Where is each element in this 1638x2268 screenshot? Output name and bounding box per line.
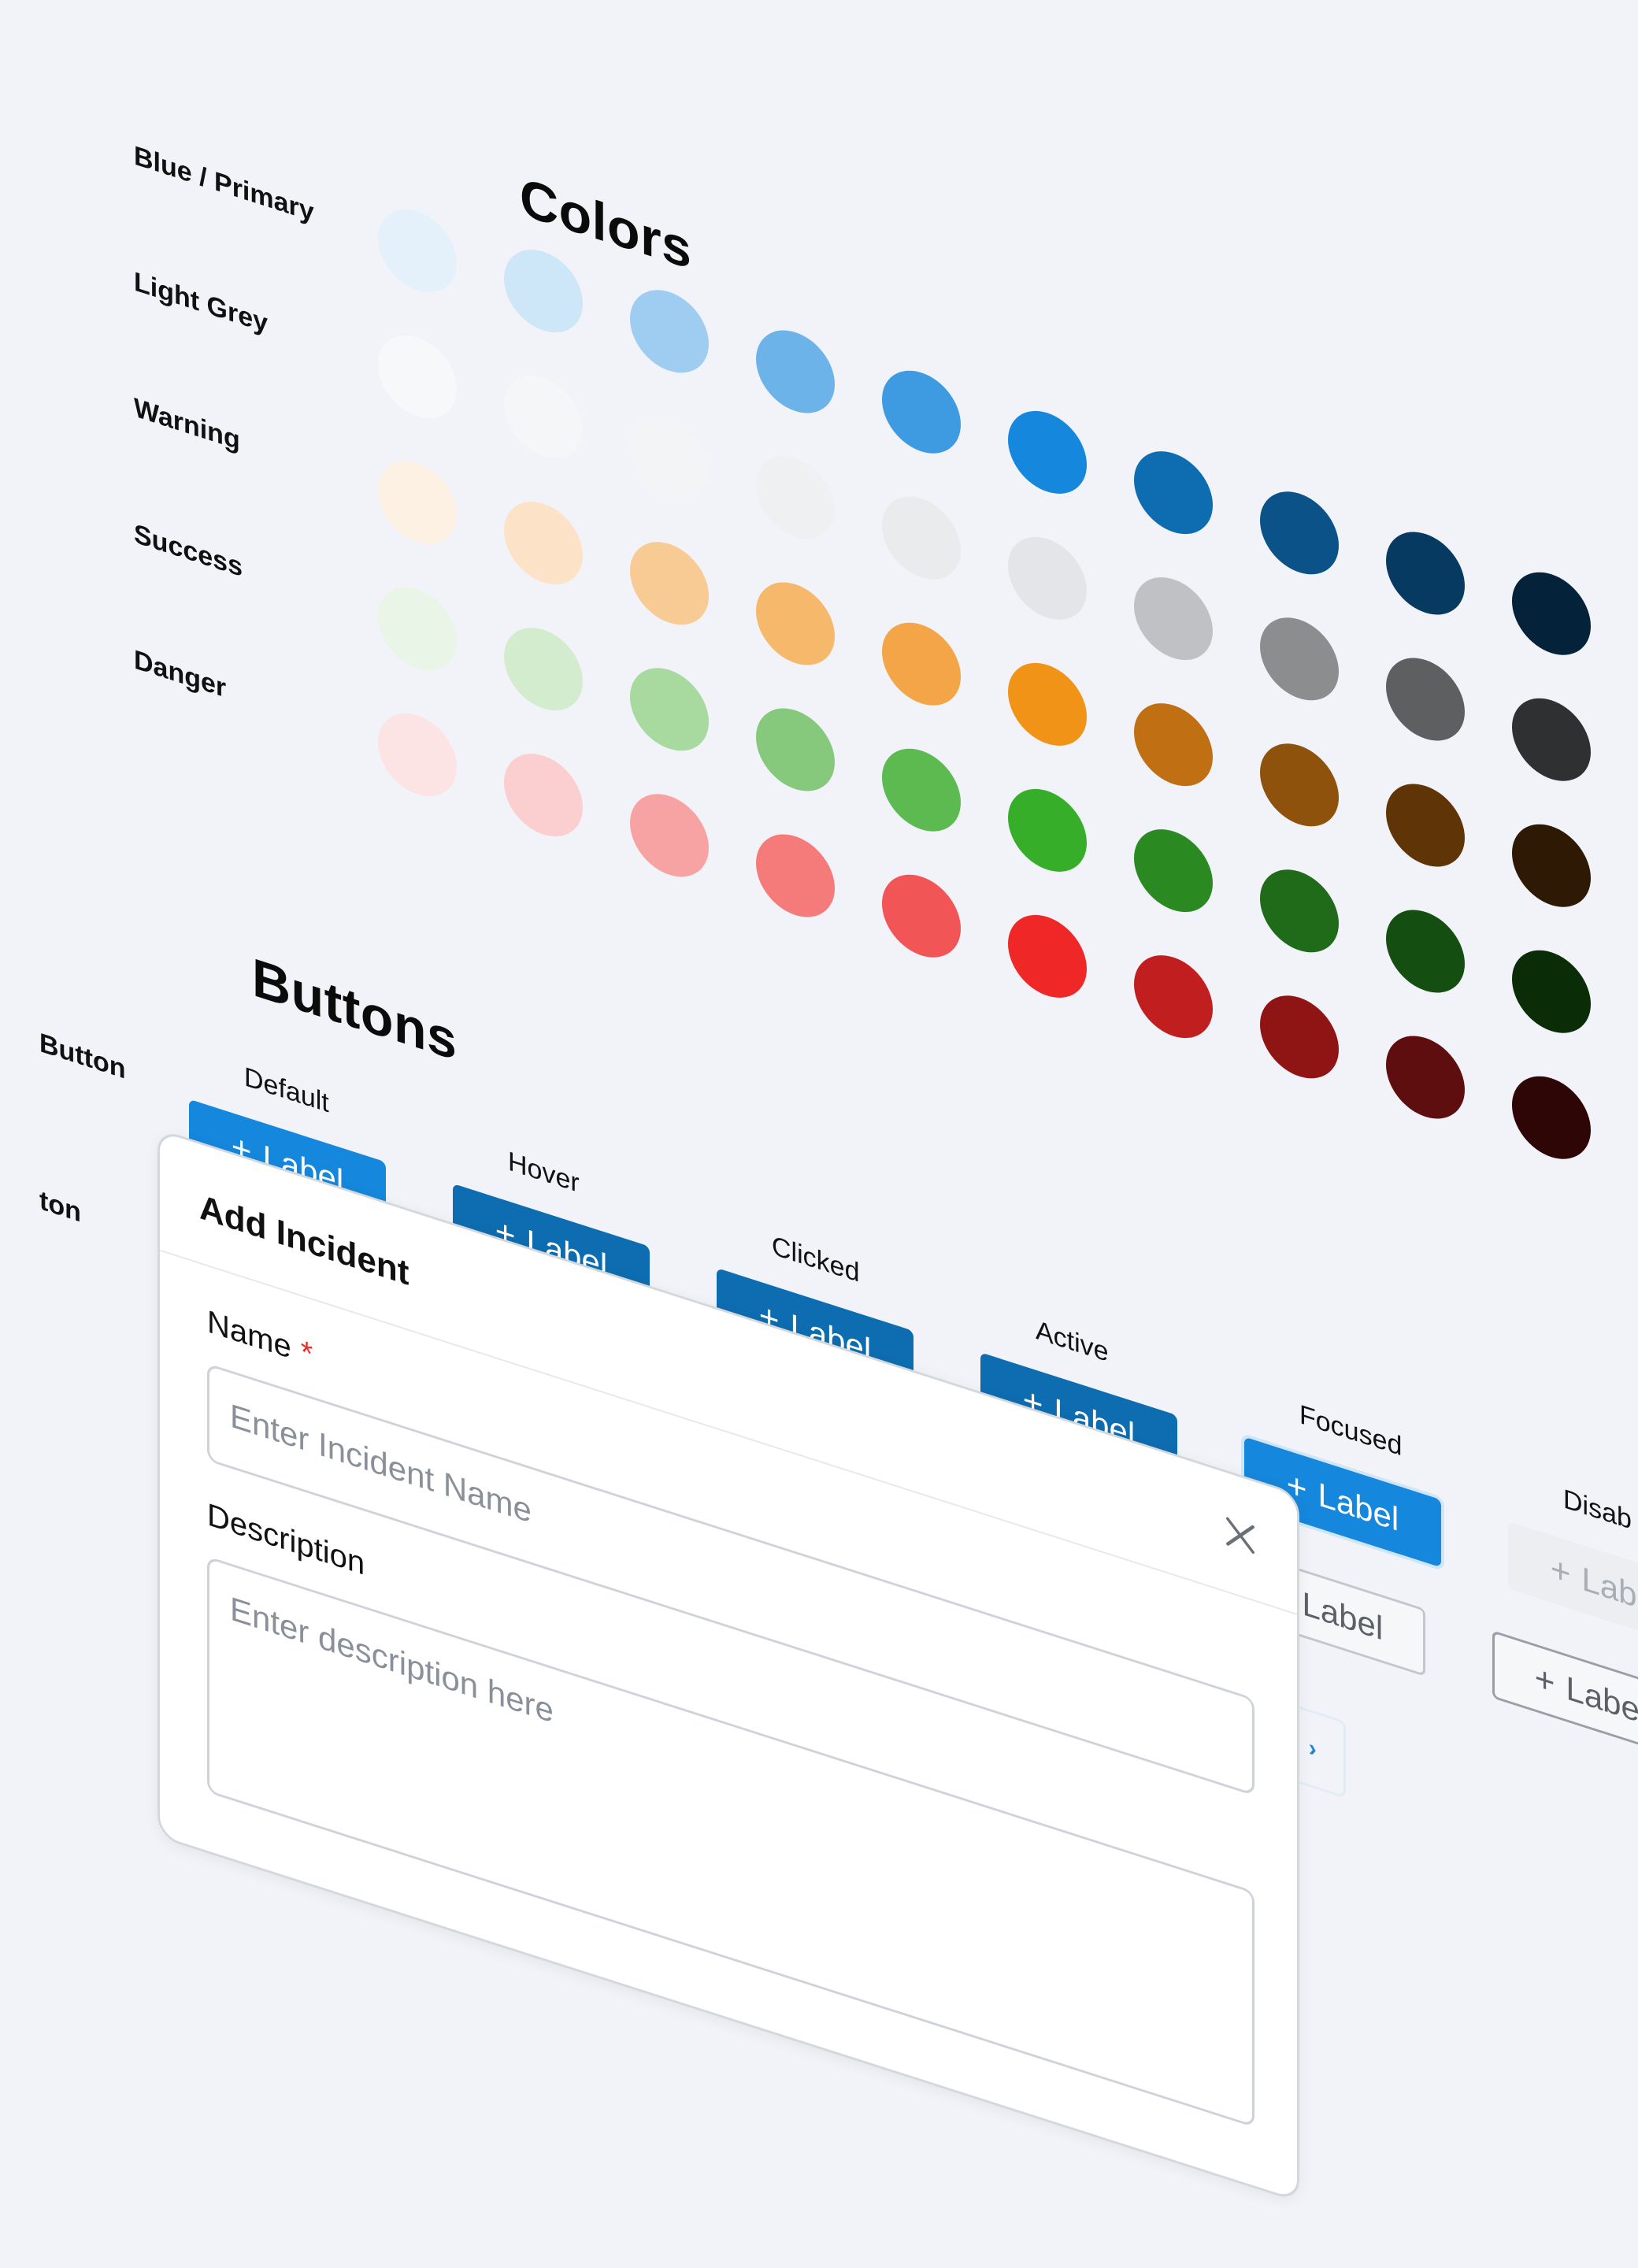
color-swatch	[1134, 818, 1213, 923]
button-state-label: Hover	[508, 1146, 580, 1199]
color-row-light-grey: Light Grey	[126, 0, 1638, 792]
button-state-label: Focused	[1299, 1399, 1403, 1462]
color-swatch	[1386, 521, 1465, 625]
color-row-success: Success	[126, 0, 1638, 1044]
color-swatch	[630, 279, 709, 384]
buttons-title: Buttons	[252, 947, 458, 1073]
color-swatch	[378, 702, 457, 807]
button-state-column: Disab + Label + Label	[126, 0, 1638, 1762]
color-swatch	[1512, 687, 1591, 792]
color-swatch	[756, 572, 835, 676]
name-label-text: Name	[207, 1303, 291, 1366]
color-swatch	[504, 617, 583, 721]
button-state-column: Focused+Label+LabelAction›	[126, 0, 1638, 1799]
name-field-label: Name *	[207, 1304, 313, 1373]
color-row-label: Light Grey	[134, 266, 269, 339]
button-state-label: Disab	[1563, 1484, 1632, 1536]
color-row-warning: Warning	[126, 0, 1638, 918]
color-swatch	[1512, 939, 1591, 1044]
button-label: Label	[1581, 1559, 1638, 1623]
color-row-label: Warning	[134, 392, 240, 457]
chevron-right-icon: ›	[1308, 1734, 1317, 1763]
secondary-button[interactable]: +Label	[1492, 1630, 1638, 1762]
color-swatch	[1386, 899, 1465, 1003]
swatch-group	[126, 0, 1638, 1170]
plus-icon: +	[1550, 1548, 1571, 1595]
primary-button[interactable]: + Label	[1508, 1521, 1638, 1652]
color-swatch	[882, 360, 961, 465]
color-swatch	[630, 405, 709, 510]
button-state-label: Clicked	[772, 1230, 860, 1289]
swatch-group	[126, 0, 1638, 1044]
button-label: Label	[1302, 1584, 1384, 1647]
color-swatch	[1260, 858, 1339, 963]
color-swatch	[1134, 944, 1213, 1049]
color-swatch	[1008, 400, 1087, 505]
swatch-group	[126, 0, 1638, 792]
color-swatch	[504, 491, 583, 595]
button-label: Label	[1566, 1669, 1638, 1732]
color-swatch	[1386, 647, 1465, 751]
color-swatch	[630, 531, 709, 636]
color-swatch	[378, 198, 457, 303]
button-label: Label	[1317, 1475, 1399, 1539]
close-icon[interactable]	[1221, 1510, 1259, 1560]
button-state-column: Active+Label+LabelAction›	[126, 0, 1638, 1650]
button-state-label: Default	[244, 1062, 329, 1119]
color-swatch	[630, 657, 709, 762]
color-swatch	[1008, 526, 1087, 631]
button-state-column: Clicked+Label+LabelAction›	[126, 0, 1638, 1565]
color-swatch	[378, 450, 457, 555]
swatch-group	[126, 0, 1638, 918]
color-swatch	[504, 743, 583, 847]
color-swatch	[882, 486, 961, 591]
color-swatch	[882, 612, 961, 717]
color-swatch	[1134, 440, 1213, 545]
color-swatch	[756, 824, 835, 928]
color-swatch	[756, 446, 835, 550]
color-swatch	[1134, 566, 1213, 671]
color-swatch	[1512, 1065, 1591, 1170]
color-swatch	[882, 738, 961, 843]
button-state-column: Hover+Label+LabelAction›	[126, 0, 1638, 1480]
color-swatch	[1512, 813, 1591, 918]
color-swatch	[756, 698, 835, 802]
description-textarea[interactable]: Enter description here	[207, 1555, 1254, 2128]
color-swatch	[1260, 606, 1339, 711]
color-row-label: Blue / Primary	[134, 140, 314, 228]
plus-icon: +	[1534, 1658, 1555, 1703]
color-swatch	[378, 576, 457, 681]
swatch-group	[126, 0, 1638, 666]
color-swatch	[1386, 1025, 1465, 1129]
modal-title: Add Incident	[199, 1187, 410, 1294]
color-swatch	[504, 365, 583, 469]
color-swatch	[882, 864, 961, 969]
button-state-column: Default+Label+LabelAction›	[126, 0, 1638, 1396]
color-swatch	[1512, 561, 1591, 666]
color-swatch	[1008, 652, 1087, 757]
color-swatch	[504, 239, 583, 343]
button-row-label-secondary: ton	[39, 1184, 81, 1228]
button-states-grid: Default+Label+LabelAction›Hover+Label+La…	[126, 0, 1638, 1799]
color-swatch	[378, 324, 457, 429]
color-swatch	[630, 783, 709, 888]
color-row-danger: Danger	[126, 0, 1638, 1170]
color-swatch	[1260, 732, 1339, 837]
button-row-label-primary: Button	[39, 1027, 126, 1085]
color-swatch	[1134, 692, 1213, 797]
color-row-blue-primary: Blue / Primary	[126, 0, 1638, 666]
color-swatch	[1008, 778, 1087, 883]
color-swatch	[756, 320, 835, 424]
button-state-label: Active	[1036, 1314, 1109, 1369]
required-marker: *	[300, 1333, 313, 1373]
color-swatch	[1260, 984, 1339, 1089]
color-row-label: Danger	[134, 644, 227, 704]
color-swatch	[1260, 480, 1339, 585]
color-swatch	[1386, 773, 1465, 877]
design-system-canvas: Colors Blue / Primary Light Grey Warning…	[39, 0, 1638, 2268]
color-swatch	[1008, 904, 1087, 1009]
color-row-label: Success	[134, 518, 243, 584]
